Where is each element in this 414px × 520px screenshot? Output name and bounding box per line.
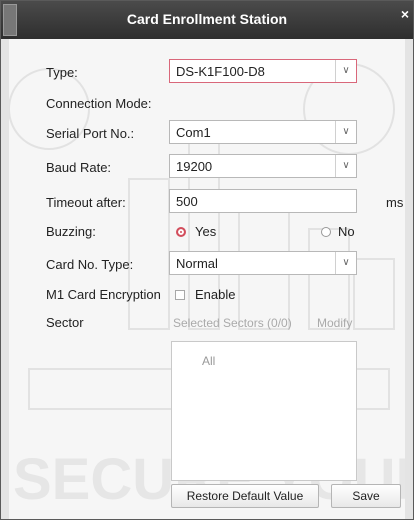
chevron-down-icon[interactable]: ∨ (335, 60, 356, 82)
timeout-value: 500 (176, 194, 198, 209)
restore-default-button[interactable]: Restore Default Value (171, 484, 319, 508)
selected-sectors-text: Selected Sectors (0/0) (173, 316, 292, 330)
card-no-type-label: Card No. Type: (46, 257, 134, 272)
m1-encryption-enable-label[interactable]: Enable (195, 287, 235, 302)
chevron-down-icon[interactable]: ∨ (335, 252, 356, 274)
buzzing-no-label[interactable]: No (338, 224, 355, 239)
chevron-down-icon[interactable]: ∨ (335, 155, 356, 177)
timeout-label: Timeout after: (46, 195, 126, 210)
type-select[interactable]: DS-K1F100-D8 ∨ (169, 59, 357, 83)
m1-encryption-checkbox[interactable] (175, 290, 185, 300)
timeout-unit: ms (386, 195, 404, 210)
sector-label: Sector (46, 315, 84, 330)
dialog-title: Card Enrollment Station (126, 11, 288, 27)
baud-rate-value: 19200 (176, 159, 213, 174)
buzzing-no-radio[interactable] (321, 227, 331, 237)
title-bar[interactable]: Card Enrollment Station × (1, 1, 413, 39)
save-button[interactable]: Save (331, 484, 401, 508)
serial-port-select[interactable]: Com1 ∨ (169, 120, 357, 144)
buzzing-yes-radio[interactable] (176, 227, 186, 237)
buzzing-label: Buzzing: (46, 224, 96, 239)
close-icon[interactable]: × (401, 6, 409, 22)
serial-port-value: Com1 (176, 125, 211, 140)
card-enrollment-dialog: Card Enrollment Station × SECURE YOUR Ty… (0, 0, 414, 520)
m1-encryption-label: M1 Card Encryption (46, 287, 161, 302)
modify-link[interactable]: Modify (317, 316, 352, 330)
list-item[interactable]: All (180, 352, 350, 372)
baud-rate-select[interactable]: 19200 ∨ (169, 154, 357, 178)
type-value: DS-K1F100-D8 (176, 64, 265, 79)
card-no-type-select[interactable]: Normal ∨ (169, 251, 357, 275)
serial-port-label: Serial Port No.: (46, 126, 135, 141)
card-no-type-value: Normal (176, 256, 218, 271)
type-label: Type: (46, 65, 78, 80)
connection-mode-label: Connection Mode: (46, 96, 152, 111)
buzzing-yes-label[interactable]: Yes (195, 224, 216, 239)
dialog-content: SECURE YOUR Type: DS-K1F100-D8 ∨ Connect… (9, 39, 405, 519)
baud-rate-label: Baud Rate: (46, 160, 112, 175)
sector-list[interactable]: All (171, 341, 357, 481)
timeout-input[interactable]: 500 (169, 189, 357, 213)
chevron-down-icon[interactable]: ∨ (335, 121, 356, 143)
